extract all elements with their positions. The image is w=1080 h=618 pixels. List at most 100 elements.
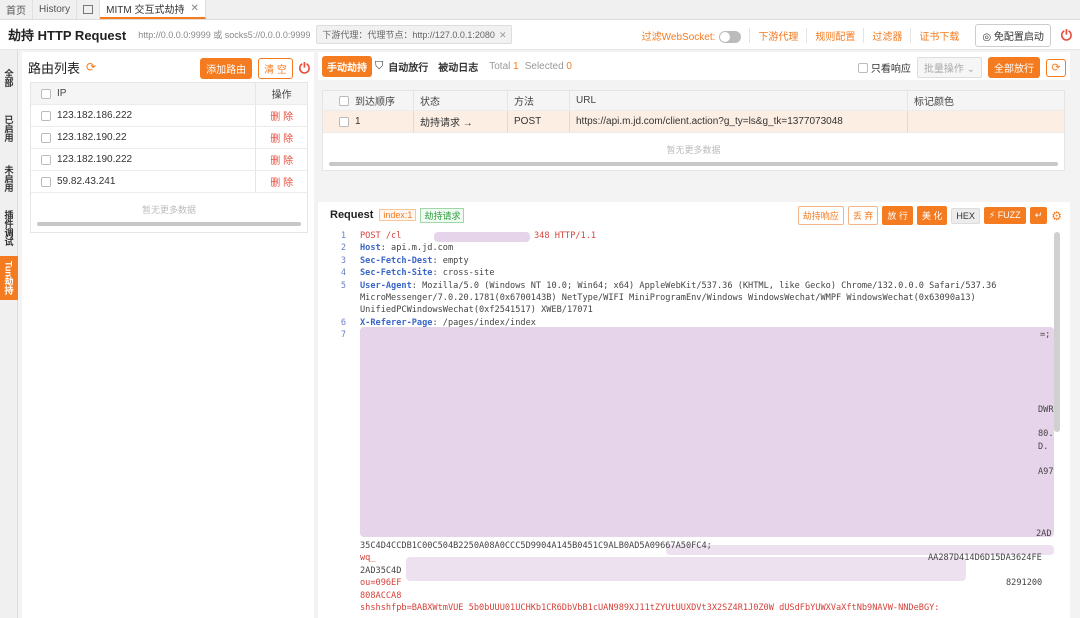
vertical-scrollbar[interactable] (1054, 232, 1060, 432)
right-fragment: =; (1040, 330, 1051, 341)
body-line: 35C4D4CCDB1C00C504B2250A08A0CCC5D9904A14… (360, 541, 712, 551)
delete-button[interactable]: 删 除 (270, 130, 293, 145)
row-ip: 123.182.190.222 (57, 154, 133, 165)
select-all-checkbox[interactable] (41, 88, 51, 99)
row-color (907, 111, 1064, 132)
auto-release-button[interactable]: 自动放行 (383, 56, 433, 77)
refresh-icon[interactable]: ⟳ (1046, 58, 1066, 77)
row-status: 劫持请求 → (413, 111, 507, 132)
vtab-disabled[interactable]: 未启用 (0, 156, 18, 200)
gear-icon[interactable]: ⚙ (1051, 209, 1062, 223)
selected-label: Selected (524, 60, 564, 72)
line-number: 5 (340, 280, 346, 291)
table-row[interactable]: 1 劫持请求 → POST https://api.m.jd.com/clien… (323, 111, 1064, 133)
vtab-all[interactable]: 全部 (0, 56, 18, 100)
hex-button[interactable]: HEX (951, 207, 980, 224)
table-row[interactable]: 123.182.190.222 删 除 (31, 149, 307, 171)
empty-hint: 暂无更多数据 (666, 145, 721, 155)
row-checkbox[interactable] (339, 116, 349, 127)
tab-home-label: 首页 (6, 6, 26, 17)
vtab-tun-hijack[interactable]: Tun劫持 (0, 256, 18, 300)
checkbox-box[interactable] (857, 62, 868, 73)
line-number: 6 (340, 317, 346, 328)
vtab-enabled[interactable]: 已启用 (0, 106, 18, 150)
row-checkbox[interactable] (41, 154, 51, 165)
delete-button[interactable]: 删 除 (270, 152, 293, 167)
chevron-down-icon: ⌄ (966, 64, 975, 75)
col-method: 方法 (507, 91, 569, 110)
vtab-plugin-debug[interactable]: 插件调试 (0, 206, 18, 250)
row-checkbox[interactable] (41, 132, 51, 143)
header-value: : /pages/index/index (432, 317, 536, 328)
row-checkbox[interactable] (41, 176, 51, 187)
close-icon[interactable]: ✕ (499, 30, 507, 40)
tab-mitm-label: MITM 交互式劫持 (106, 5, 185, 16)
tab-history[interactable]: History (33, 0, 78, 19)
row-ip: 123.182.190.22 (57, 132, 127, 143)
row-ip: 123.182.186.222 (57, 110, 133, 121)
tab-home[interactable]: 首页 (0, 0, 33, 19)
table-row[interactable]: 123.182.186.222 删 除 (31, 105, 307, 127)
fuzz-label: FUZZ (997, 210, 1021, 220)
body-line: wq_ (360, 553, 376, 564)
filter-websocket-toggle[interactable]: 过滤WebSocket: (634, 27, 751, 44)
one-click-start-label: 免配置启动 (993, 32, 1044, 43)
one-click-start-button[interactable]: ◎ 免配置启动 (975, 24, 1051, 47)
route-panel: 路由列表 ⟳ 添加路由 清 空 ⏻ IP 操作 123.182.186.222 … (22, 52, 314, 618)
downstream-proxy-tag[interactable]: 下游代理：代理节点：http://127.0.0.1:2080 ✕ (316, 25, 513, 44)
filter-websocket-label: 过滤WebSocket: (641, 31, 716, 43)
right-fragment: D. (1038, 441, 1049, 452)
status-badge: 劫持请求 (420, 207, 465, 223)
power-icon[interactable]: ⏻ (1061, 27, 1072, 44)
filter-link[interactable]: 过滤器 (864, 28, 912, 43)
enter-icon[interactable]: ↵ (1029, 207, 1048, 224)
page-title: 劫持 HTTP Request (8, 28, 127, 43)
tab-grid[interactable] (77, 0, 101, 19)
cert-download-link[interactable]: 证书下载 (911, 28, 967, 43)
manual-hijack-button[interactable]: 手动劫持 (322, 55, 372, 77)
downstream-proxy-link[interactable]: 下游代理 (750, 28, 808, 43)
header-key: Host (360, 243, 381, 254)
delete-button[interactable]: 删 除 (270, 108, 293, 123)
header-value-cont: UnifiedPCWindowsWechat(0xf2541517) XWEB/… (360, 305, 593, 316)
beautify-button[interactable]: 美 化 (916, 206, 948, 225)
tab-mitm[interactable]: MITM 交互式劫持 ✕ (100, 0, 206, 19)
release-button[interactable]: 放 行 (882, 206, 913, 225)
tab-bar: 首页 History MITM 交互式劫持 ✕ (0, 0, 1080, 20)
body-line: 808ACCA8 (360, 590, 402, 601)
fuzz-button[interactable]: ⚡ FUZZ (983, 207, 1026, 224)
selected-value: 0 (566, 60, 572, 72)
grid-icon (83, 5, 94, 14)
header-value: : api.m.jd.com (380, 243, 454, 254)
right-fragment: 8291200 (1006, 578, 1043, 589)
row-checkbox[interactable] (41, 110, 51, 121)
toggle-switch[interactable] (719, 31, 742, 44)
passive-log-button[interactable]: 被动日志 (433, 56, 483, 77)
request-editor[interactable]: 1 POST /cl 348 HTTP/1.1 2 Host: api.m.jd… (326, 230, 1054, 618)
hijack-response-button[interactable]: 劫持响应 (797, 206, 844, 225)
request-line-tail: 348 HTTP/1.1 (534, 231, 597, 241)
header-value-cont: MicroMessenger/7.0.20.1781(0x6700143B) N… (360, 293, 976, 303)
table-header: 到达顺序 状态 方法 URL 标记颜色 (323, 91, 1064, 111)
batch-operation-select[interactable]: 批量操作 ⌄ (916, 57, 982, 78)
clear-button[interactable]: 清 空 (258, 58, 293, 79)
lightning-icon: ⚡ (988, 210, 998, 220)
delete-button[interactable]: 删 除 (270, 174, 293, 189)
line-number: 7 (340, 330, 346, 341)
select-all-checkbox[interactable] (339, 95, 349, 106)
hijack-toolbar: 手动劫持 ⛉ 自动放行 被动日志 Total 1 Selected 0 只看响应… (318, 52, 1070, 80)
release-all-button[interactable]: 全部放行 (988, 57, 1040, 78)
table-row[interactable]: 59.82.43.241 删 除 (31, 171, 307, 193)
rule-config-link[interactable]: 规则配置 (807, 28, 865, 43)
table-row[interactable]: 123.182.190.22 删 除 (31, 127, 307, 149)
refresh-icon[interactable]: ⟳ (86, 60, 96, 74)
horizontal-scrollbar[interactable] (329, 162, 1058, 166)
line-number: 3 (340, 255, 346, 266)
discard-button[interactable]: 丢 弃 (847, 206, 879, 225)
only-response-checkbox[interactable]: 只看响应 (857, 60, 911, 75)
power-icon[interactable]: ⏻ (299, 60, 310, 77)
add-route-button[interactable]: 添加路由 (200, 58, 253, 79)
total-label: Total (489, 60, 511, 72)
close-icon[interactable]: ✕ (190, 3, 198, 14)
page-header: 劫持 HTTP Request http://0.0.0.0:9999 或 so… (0, 20, 1080, 50)
